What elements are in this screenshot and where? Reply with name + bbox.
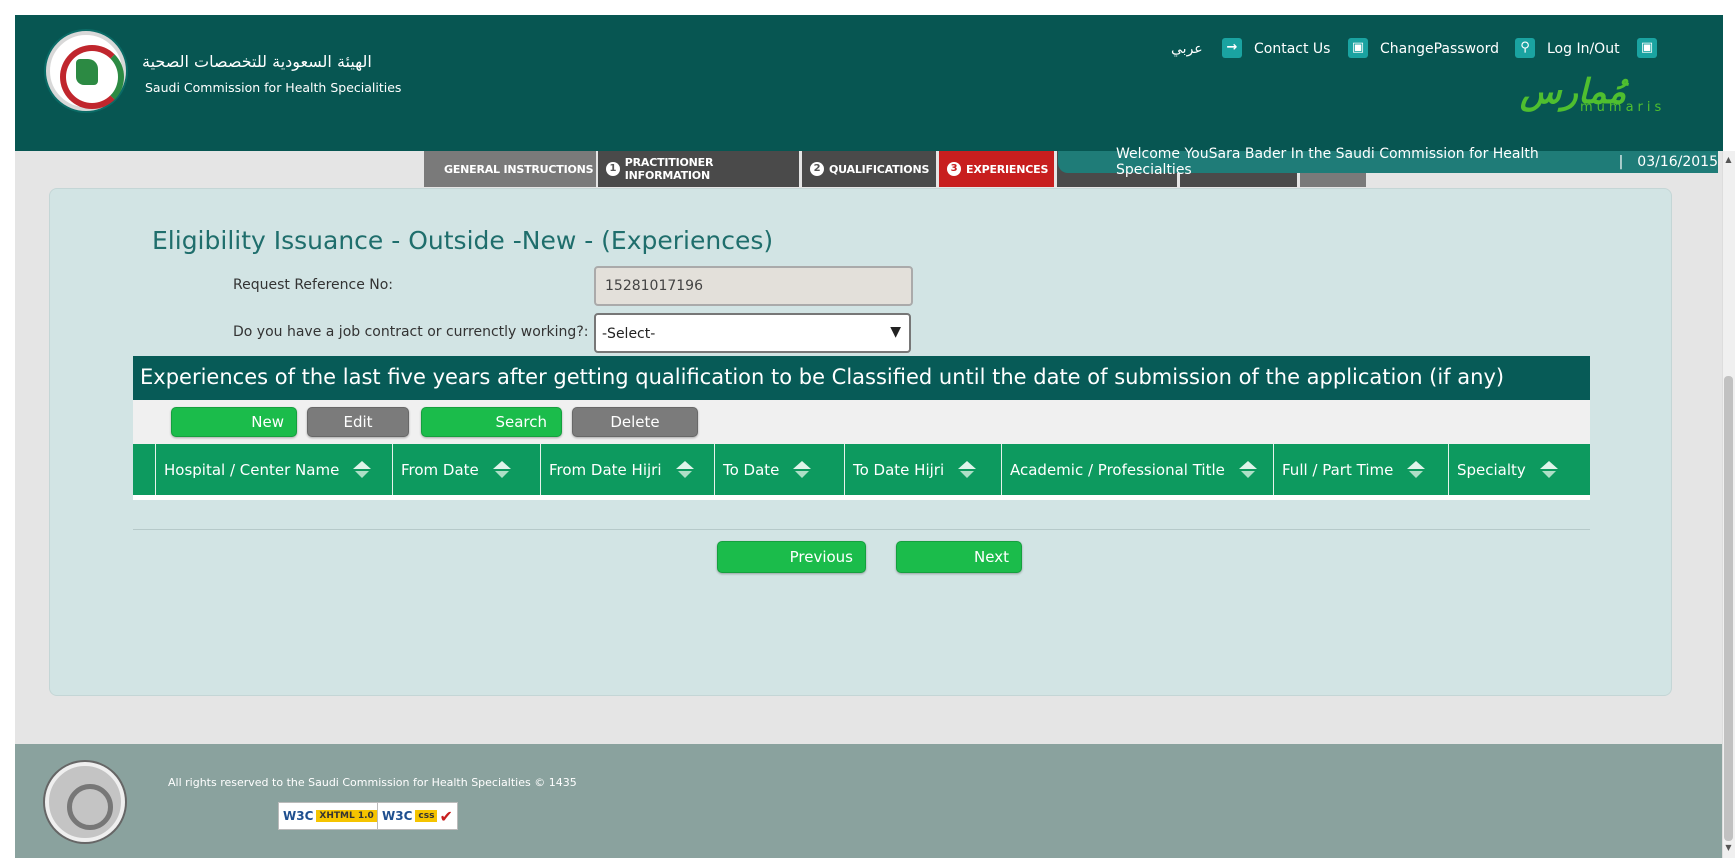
edit-button[interactable]: Edit	[307, 407, 409, 437]
contract-select-value: -Select-	[602, 326, 656, 342]
experiences-heading: Experiences of the last five years after…	[133, 356, 1590, 400]
experiences-grid-body	[133, 495, 1590, 500]
step-2-icon: 2	[810, 162, 824, 176]
nav-change-password[interactable]: ChangePassword	[1380, 38, 1499, 60]
nav-language[interactable]: عربي	[1171, 38, 1203, 60]
welcome-separator: |	[1618, 154, 1624, 170]
footer-logo	[45, 762, 125, 842]
check-icon: ✔	[439, 806, 453, 826]
w3c-xhtml-label: W3C	[283, 809, 314, 823]
scroll-up-icon[interactable]: ▲	[1724, 155, 1733, 164]
scroll-down-icon[interactable]: ▼	[1724, 843, 1733, 852]
column-from-date-hijri[interactable]: From Date Hijri	[540, 444, 714, 495]
experiences-grid-header: Hospital / Center Name From Date From Da…	[133, 444, 1590, 495]
previous-button-label: Previous	[789, 548, 853, 566]
edit-button-label: Edit	[343, 413, 373, 431]
tab-practitioner-label: PRACTITIONER INFORMATION	[624, 156, 714, 182]
xhtml-tag: XHTML 1.0	[316, 810, 377, 822]
sort-icon[interactable]	[1539, 460, 1558, 480]
step-3-icon: 3	[947, 162, 961, 176]
sort-icon[interactable]	[1238, 460, 1257, 480]
welcome-text: Welcome YouSara Bader In the Saudi Commi…	[1116, 146, 1539, 178]
sort-icon[interactable]	[492, 460, 511, 480]
w3c-css-label: W3C	[382, 809, 413, 823]
column-to-date[interactable]: To Date	[714, 444, 844, 495]
contact-icon[interactable]: →	[1222, 38, 1242, 58]
key-icon[interactable]: ⚲	[1515, 38, 1535, 58]
next-button[interactable]: Next	[896, 541, 1022, 573]
column-title[interactable]: Academic / Professional Title	[1001, 444, 1273, 495]
nav-contact[interactable]: Contact Us	[1254, 38, 1330, 60]
column-hospital-label: Hospital / Center Name	[164, 460, 340, 479]
sort-icon[interactable]	[675, 460, 694, 480]
column-from-date-label: From Date	[401, 460, 479, 479]
tab-qualifications[interactable]: 2 QUALIFICATIONS	[802, 151, 936, 187]
dropdown-arrow-icon: ▼	[890, 324, 901, 340]
tab-experiences[interactable]: 3 EXPERIENCES	[939, 151, 1054, 187]
column-specialty[interactable]: Specialty	[1448, 444, 1590, 495]
column-select	[133, 444, 155, 495]
scroll-thumb[interactable]	[1724, 376, 1733, 841]
sort-icon[interactable]	[1407, 460, 1426, 480]
lock-icon[interactable]: ▣	[1637, 38, 1657, 58]
column-title-label: Academic / Professional Title	[1010, 460, 1225, 479]
step-1-icon: 1	[606, 162, 620, 176]
contract-select[interactable]: -Select- ▼	[594, 313, 911, 353]
search-button-label: Search	[495, 413, 547, 431]
css-tag: css	[415, 810, 438, 822]
tab-general-label: GENERAL INSTRUCTIONS	[444, 162, 594, 176]
column-specialty-label: Specialty	[1457, 460, 1526, 479]
next-button-label: Next	[974, 548, 1009, 566]
sort-icon[interactable]	[793, 460, 812, 480]
new-button[interactable]: New	[171, 407, 297, 437]
contract-label: Do you have a job contract or currenctly…	[233, 324, 589, 340]
page-title: Eligibility Issuance - Outside -New - (E…	[152, 226, 774, 255]
tab-experiences-label: EXPERIENCES	[966, 162, 1049, 176]
previous-button[interactable]: Previous	[717, 541, 866, 573]
column-from-date-hijri-label: From Date Hijri	[549, 460, 662, 479]
copyright-text: All rights reserved to the Saudi Commiss…	[168, 776, 577, 789]
column-time[interactable]: Full / Part Time	[1273, 444, 1448, 495]
ref-label: Request Reference No:	[233, 277, 394, 293]
ref-number-field: 15281017196	[594, 266, 913, 306]
nav-login-out[interactable]: Log In/Out	[1547, 38, 1620, 60]
mumaris-logo-en: mumaris	[1580, 100, 1666, 115]
search-button[interactable]: Search	[421, 407, 562, 437]
org-name-en: Saudi Commission for Health Specialities	[145, 80, 402, 95]
site-footer	[15, 744, 1723, 858]
column-to-date-hijri[interactable]: To Date Hijri	[844, 444, 1001, 495]
welcome-bar: Welcome YouSara Bader In the Saudi Commi…	[1058, 146, 1718, 178]
section-divider	[133, 529, 1590, 530]
w3c-css-badge[interactable]: W3C css ✔	[377, 802, 458, 830]
delete-button[interactable]: Delete	[572, 407, 698, 437]
scfhs-logo[interactable]	[46, 31, 126, 111]
column-hospital[interactable]: Hospital / Center Name	[155, 444, 392, 495]
column-to-date-label: To Date	[723, 460, 780, 479]
sort-icon[interactable]	[353, 460, 372, 480]
tab-qualifications-label: QUALIFICATIONS	[829, 162, 930, 176]
column-to-date-hijri-label: To Date Hijri	[853, 460, 945, 479]
delete-button-label: Delete	[610, 413, 660, 431]
new-button-label: New	[251, 413, 284, 431]
welcome-date: 03/16/2015	[1637, 154, 1718, 170]
password-icon[interactable]: ▣	[1348, 38, 1368, 58]
tab-general-instructions[interactable]: GENERAL INSTRUCTIONS	[424, 151, 596, 187]
column-from-date[interactable]: From Date	[392, 444, 540, 495]
tab-practitioner-information[interactable]: 1 PRACTITIONER INFORMATION	[598, 151, 799, 187]
org-name-ar: الهيئة السعودية للتخصصات الصحية	[142, 52, 372, 71]
column-time-label: Full / Part Time	[1282, 460, 1394, 479]
sort-icon[interactable]	[958, 460, 977, 480]
